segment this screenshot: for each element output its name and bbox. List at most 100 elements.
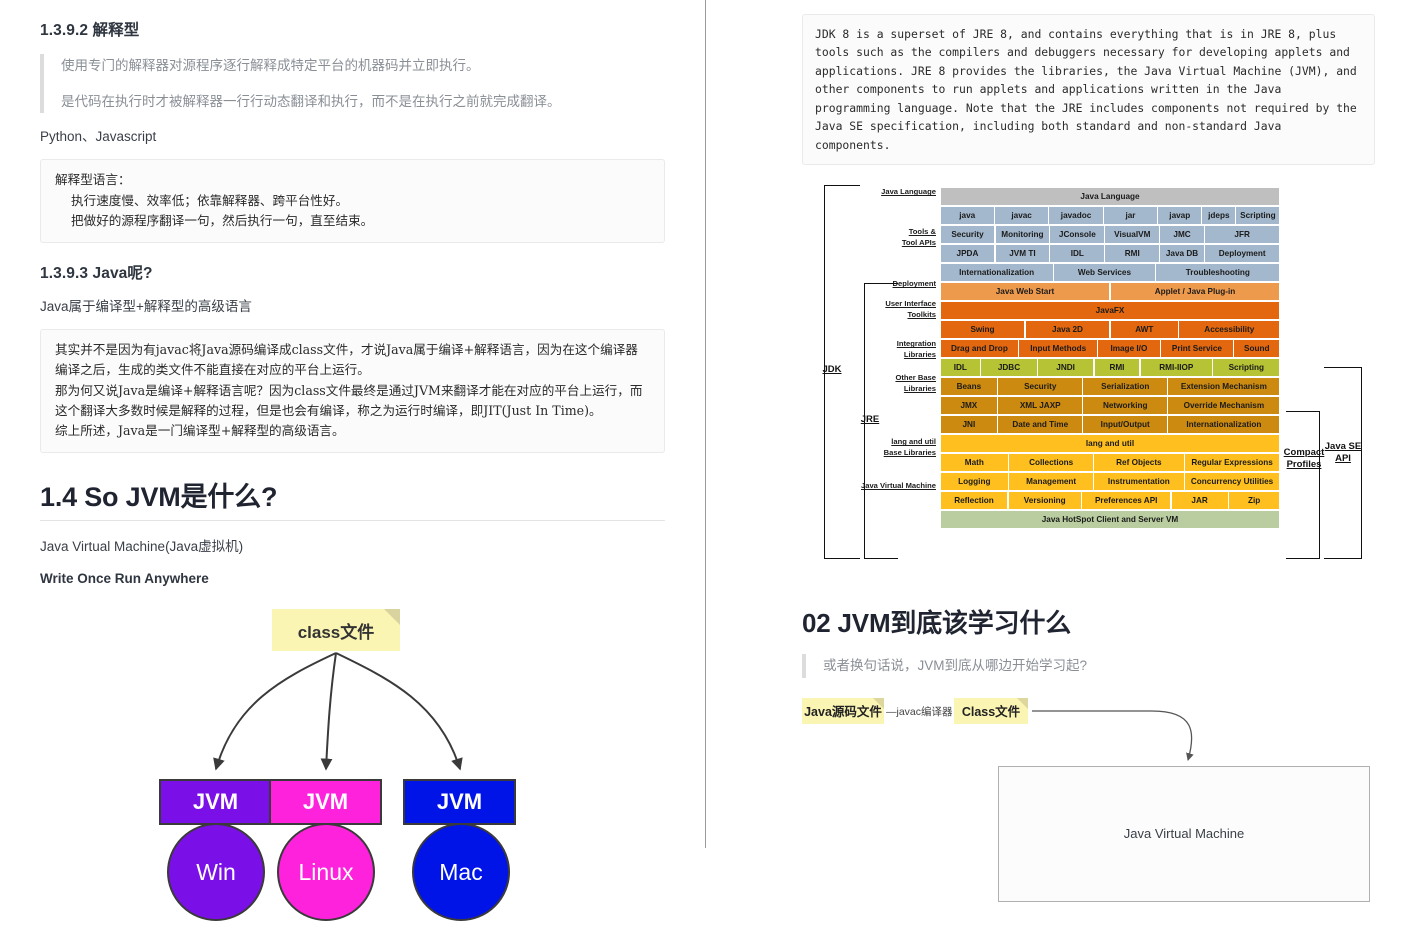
right-column: JDK 8 is a superset of JRE 8, and contai… <box>706 0 1405 902</box>
code-block-interpreted: 解释型语言： 执行速度慢、效率低；依靠解释器、跨平台性好。 把做好的源程序翻译一… <box>40 159 665 243</box>
os-circle-label: Linux <box>298 858 354 885</box>
jvm-learning-flow: Java源码文件 —javac编译器→ Class文件 Java Virtual… <box>802 692 1402 902</box>
jdk-cell: Serialization <box>1083 378 1168 396</box>
jdk-cell: Ref Objects <box>1094 454 1184 472</box>
jdk-cell: JFR <box>1204 226 1280 244</box>
jdk-cell: Reflection <box>940 492 1008 510</box>
jdk-architecture-diagram: Java Language Tools & Tool APIs Deployment U… <box>802 179 1405 579</box>
jdk-cell: Security <box>940 226 995 244</box>
jdk-cell: Math <box>940 454 1009 472</box>
jdk-cell: java <box>940 207 994 225</box>
jvm-box-win: JVM <box>159 779 272 826</box>
jdk-cell: Java 2D <box>1025 321 1110 339</box>
jdk-cell: Logging <box>940 473 1009 491</box>
jdk-cell: JavaFX <box>940 302 1280 320</box>
java-line: Java属于编译型+解释型的高级语言 <box>40 298 252 314</box>
jdk-cell: Scripting <box>1236 207 1280 225</box>
os-circle-win: Win <box>167 823 265 922</box>
bracket-label-jdk: JDK <box>822 364 842 376</box>
jdk-row: Swing Java 2D AWT Accessibility <box>940 320 1280 339</box>
bracket-compact-profiles <box>1286 411 1320 560</box>
jdk-row: Internationalization Web Services Troubles… <box>940 263 1280 282</box>
jdk-cell: javac <box>995 207 1049 225</box>
jdk-cell: Troubleshooting <box>1156 264 1280 282</box>
jdk-cell: JNDI <box>1037 359 1094 377</box>
jdk-row: Logging Management Instrumentation Concurre… <box>940 472 1280 491</box>
jdk-cell: Regular Expressions <box>1184 454 1280 472</box>
jdk-cell: jdeps <box>1202 207 1236 225</box>
jdk-cell: Drag and Drop <box>940 340 1019 358</box>
jdk-cell: Internationalization <box>940 264 1053 282</box>
jdk-side-label: Java Language <box>881 187 936 197</box>
jdk-cell: VisualVM <box>1105 226 1160 244</box>
jdk-side-label: Integration Libraries <box>896 339 936 359</box>
jdk-cell: AWT <box>1110 321 1179 339</box>
jdk-cell: JDBC <box>981 359 1037 377</box>
jvm-box-linux: JVM <box>269 779 382 826</box>
jdk-row: JMX XML JAXP Networking Override Mechanism <box>940 396 1280 415</box>
jdk-side-label: Other Base Libraries <box>895 373 936 393</box>
jvm-box-mac: JVM <box>403 779 516 826</box>
jvm-platform-diagram: class文件 JVM JVM JVM Win Linux Mac <box>40 609 665 929</box>
jdk-cell: IDL <box>1050 245 1105 263</box>
jdk-cell: Image I/O <box>1098 340 1160 358</box>
section-heading-02: 02 JVM到底该学习什么 <box>802 608 1072 639</box>
jvm-subtitle: Java Virtual Machine(Java虚拟机) <box>40 538 244 554</box>
jdk-cell: JMX <box>940 397 998 415</box>
jdk-cell: Collections <box>1009 454 1094 472</box>
jdk-cell: RMI-IIOP <box>1140 359 1213 377</box>
jdk-cell: Print Service <box>1160 340 1233 358</box>
flow-box-label: Java Virtual Machine <box>1123 826 1245 842</box>
bracket-label-jre: JRE <box>860 414 880 426</box>
bracket-label-java-se-api: Java SE API <box>1324 441 1362 465</box>
jdk-cell: Accessibility <box>1179 321 1280 339</box>
quote-line-2: 是代码在执行时才被解释器一行行动态翻译和执行，而不是在执行之前就完成翻译。 <box>61 93 561 109</box>
flow-box-java-virtual-machine: Java Virtual Machine <box>998 765 1370 902</box>
quote-line-1: 使用专门的解释器对源程序逐行解释成特定平台的机器码并立即执行。 <box>61 58 480 73</box>
os-circle-mac: Mac <box>412 823 510 922</box>
jdk-cell: jar <box>1103 207 1158 225</box>
languages-line: Python、Javascript <box>40 129 157 145</box>
jdk-cell: Java Language <box>940 188 1280 206</box>
jdk-cell: Deployment <box>1204 245 1280 263</box>
jdk-cell: Java HotSpot Client and Server VM <box>940 511 1280 529</box>
jdk-row: JavaFX <box>940 301 1280 320</box>
jdk-cell: Java DB <box>1160 245 1204 263</box>
os-circle-label: Win <box>196 858 236 885</box>
section-blockquote: 或者换句话说，JVM到底从哪边开始学习起? <box>802 654 1375 678</box>
jdk-cell: Zip <box>1228 492 1280 510</box>
jdk-description-block: JDK 8 is a superset of JRE 8, and contai… <box>802 14 1375 166</box>
jdk-row: IDL JDBC JNDI RMI RMI-IIOP Scripting <box>940 358 1280 377</box>
jdk-cell: Date and Time <box>998 416 1083 434</box>
jdk-cell: Concurrency Utilities <box>1184 473 1280 491</box>
jdk-cell: Sound <box>1234 340 1280 358</box>
jvm-box-label: JVM <box>192 789 239 815</box>
jdk-cell: Swing <box>940 321 1025 339</box>
jdk-row: JPDA JVM TI IDL RMI Java DB Deployment <box>940 244 1280 263</box>
blockquote-interpreted: 使用专门的解释器对源程序逐行解释成特定平台的机器码并立即执行。 是代码在执行时才… <box>40 54 665 114</box>
jdk-cell: JVM TI <box>995 245 1050 263</box>
jdk-cell: IDL <box>940 359 981 377</box>
jdk-grid: Java Language java javac javadoc jar javap jde… <box>940 187 1280 529</box>
jdk-cell: Networking <box>1083 397 1168 415</box>
jdk-cell: JConsole <box>1050 226 1105 244</box>
jdk-cell: Internationalization <box>1168 416 1280 434</box>
jdk-cell: RMI <box>1094 359 1140 377</box>
os-circle-linux: Linux <box>277 823 375 922</box>
jdk-cell: javap <box>1158 207 1202 225</box>
jdk-cell: JAR <box>1171 492 1228 510</box>
jdk-row: JNI Date and Time Input/Output Internationa… <box>940 415 1280 434</box>
jdk-cell: Versioning <box>1008 492 1081 510</box>
jdk-side-label: Tools & Tool APIs <box>901 227 936 247</box>
jdk-cell: Java Web Start <box>940 283 1110 301</box>
jdk-cell: Extension Mechanism <box>1168 378 1280 396</box>
jdk-cell: lang and util <box>940 435 1280 453</box>
heading-interpreted: 1.3.9.2 解释型 <box>40 22 140 39</box>
jdk-cell: Management <box>1009 473 1094 491</box>
jdk-cell: JMC <box>1160 226 1204 244</box>
jdk-cell: Preferences API <box>1082 492 1171 510</box>
jdk-row: Java Web Start Applet / Java Plug-in <box>940 282 1280 301</box>
heading-rule <box>40 519 665 521</box>
jdk-row: Java Language <box>940 187 1280 206</box>
jdk-cell: Override Mechanism <box>1168 397 1280 415</box>
